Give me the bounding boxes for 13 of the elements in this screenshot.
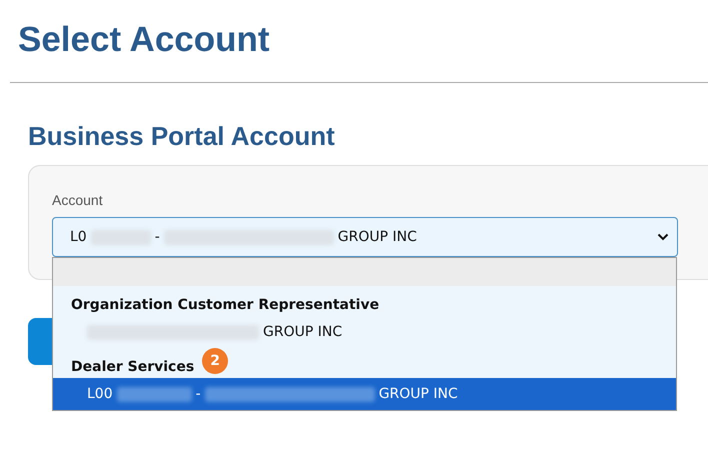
option-text: L0: [70, 228, 87, 246]
group-label: Organization Customer Representative: [71, 296, 380, 315]
chevron-down-icon: [657, 233, 669, 241]
page-title: Select Account: [17, 19, 271, 61]
dropdown-option[interactable]: L00 - GROUP INC: [53, 378, 676, 410]
field-label: Account: [52, 191, 104, 210]
account-select[interactable]: L0 - GROUP INC: [52, 217, 678, 257]
group-label: Dealer Services: [71, 358, 194, 377]
section-title: Business Portal Account: [28, 120, 336, 153]
option-text: -: [154, 228, 160, 246]
option-text: GROUP INC: [338, 228, 417, 246]
step-badge: 2: [202, 348, 228, 374]
dropdown-option[interactable]: GROUP INC: [53, 316, 676, 348]
